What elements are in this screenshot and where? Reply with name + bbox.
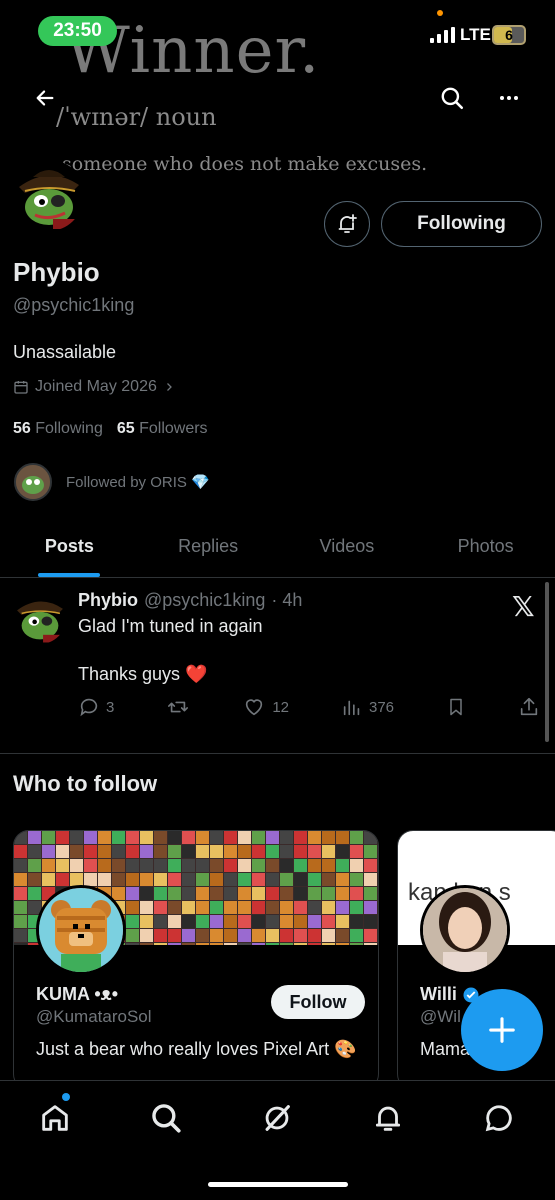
banner-phonetic: /ˈwɪnər/ noun — [56, 103, 217, 131]
repost-button[interactable] — [166, 696, 190, 718]
compose-post-button[interactable] — [461, 989, 543, 1071]
followers-link[interactable]: 65 Followers — [117, 420, 208, 438]
who-to-follow-title: Who to follow — [13, 771, 158, 796]
post-handle: @psychic1king — [144, 590, 266, 610]
plus-icon — [489, 1017, 515, 1043]
search-nav-icon[interactable] — [149, 1101, 183, 1135]
tab-videos-label: Videos — [319, 536, 375, 556]
tab-videos[interactable]: Videos — [278, 520, 417, 577]
follower-avatar — [14, 463, 52, 501]
kuma-bio: Just a bear who really loves Pixel Art 🎨 — [36, 1039, 357, 1059]
tab-posts[interactable]: Posts — [0, 520, 139, 577]
search-icon — [441, 87, 464, 110]
grok-icon[interactable] — [260, 1101, 294, 1135]
post-header: Phybio @psychic1king · 4h — [78, 590, 302, 611]
followed-by-text: Followed by ORIS 💎 — [66, 474, 210, 491]
more-dots-icon — [500, 96, 518, 100]
x-logo-icon: 𝕏 — [512, 591, 535, 622]
bookmark-button[interactable] — [446, 696, 466, 718]
joined-label: Joined May 2026 — [35, 378, 157, 395]
joined-date[interactable]: Joined May 2026 — [13, 378, 175, 396]
willi-handle: @Wil — [420, 1007, 461, 1026]
post-author[interactable]: Phybio — [78, 590, 138, 611]
willi-avatar[interactable] — [420, 885, 510, 975]
tab-active-indicator — [38, 573, 101, 577]
calendar-icon — [14, 381, 28, 394]
post-text-line1: Glad I'm tuned in again — [78, 616, 263, 636]
follow-stats: 56 Following 65 Followers — [13, 420, 208, 438]
pirate-frog-avatar — [15, 163, 83, 231]
reply-button[interactable]: 3 — [78, 696, 114, 718]
home-icon[interactable] — [38, 1101, 72, 1135]
kuma-avatar[interactable] — [36, 885, 126, 975]
share-icon — [520, 697, 538, 716]
scrollbar[interactable] — [545, 582, 549, 742]
views-count: 376 — [368, 698, 395, 716]
tab-posts-label: Posts — [44, 536, 94, 556]
messages-icon[interactable] — [482, 1101, 516, 1135]
signal-icon — [430, 27, 455, 43]
notification-bell-button[interactable] — [324, 201, 370, 247]
back-arrow-icon — [36, 90, 54, 106]
tab-photos-label: Photos — [457, 536, 514, 556]
like-button[interactable]: 12 — [242, 696, 289, 718]
followed-by[interactable]: Followed by ORIS 💎 — [14, 463, 210, 501]
post-text-line2: Thanks guys ❤️ — [78, 664, 208, 684]
home-indicator[interactable] — [208, 1182, 348, 1187]
post-time: · 4h — [271, 590, 303, 610]
bookmark-icon — [450, 698, 462, 716]
post[interactable]: Phybio @psychic1king · 4h 𝕏 Glad I'm tun… — [0, 578, 555, 754]
privacy-indicator — [437, 10, 443, 16]
profile-name: Phybio — [13, 257, 100, 287]
profile-avatar[interactable] — [12, 160, 86, 234]
reply-icon — [80, 698, 98, 717]
battery-level: 6 — [505, 27, 513, 43]
reply-count: 3 — [106, 698, 115, 716]
views-button[interactable]: 376 — [341, 696, 394, 718]
like-count: 12 — [272, 698, 289, 716]
following-label: Following — [35, 420, 103, 437]
bell-plus-icon — [338, 214, 357, 233]
post-actions: 3 12 376 — [78, 696, 540, 718]
following-count: 56 — [13, 420, 31, 437]
profile-bio: Unassailable — [13, 342, 117, 362]
kuma-name[interactable]: KUMA •ᴥ• — [36, 984, 118, 1005]
post-avatar[interactable] — [14, 592, 66, 644]
followers-count: 65 — [116, 420, 135, 437]
status-time: 23:50 — [38, 16, 117, 46]
tab-replies[interactable]: Replies — [139, 520, 278, 577]
profile-tabs: Posts Replies Videos Photos — [0, 520, 555, 578]
heart-icon — [246, 699, 263, 716]
suggestion-card-kuma[interactable]: KUMA •ᴥ• @KumataroSol Just a bear who re… — [13, 830, 379, 1090]
follow-button[interactable]: Follow — [271, 985, 365, 1019]
bear-avatar — [39, 888, 123, 972]
willi-name: Willi — [420, 984, 457, 1004]
battery-icon: 6 — [492, 25, 526, 45]
repost-icon — [168, 701, 189, 713]
pirate-frog-avatar-small — [14, 592, 66, 644]
followers-label: Followers — [139, 420, 208, 437]
network-type: LTE — [460, 25, 491, 44]
tab-photos[interactable]: Photos — [416, 520, 555, 577]
person-avatar — [423, 888, 507, 972]
home-notification-dot — [62, 1093, 70, 1101]
banner-definition: someone who does not make excuses. — [62, 153, 428, 175]
tab-replies-label: Replies — [178, 536, 239, 556]
chevron-right-icon — [166, 383, 172, 391]
search-button[interactable] — [432, 78, 472, 118]
notifications-bell-icon[interactable] — [371, 1101, 405, 1135]
back-button[interactable] — [25, 78, 65, 118]
kuma-handle: @KumataroSol — [36, 1007, 152, 1026]
share-button[interactable] — [518, 696, 540, 718]
more-button[interactable] — [489, 78, 529, 118]
views-chart-icon — [343, 700, 360, 716]
profile-handle: @psychic1king — [13, 295, 135, 315]
following-link[interactable]: 56 Following — [13, 420, 103, 438]
following-button[interactable]: Following — [381, 201, 542, 247]
